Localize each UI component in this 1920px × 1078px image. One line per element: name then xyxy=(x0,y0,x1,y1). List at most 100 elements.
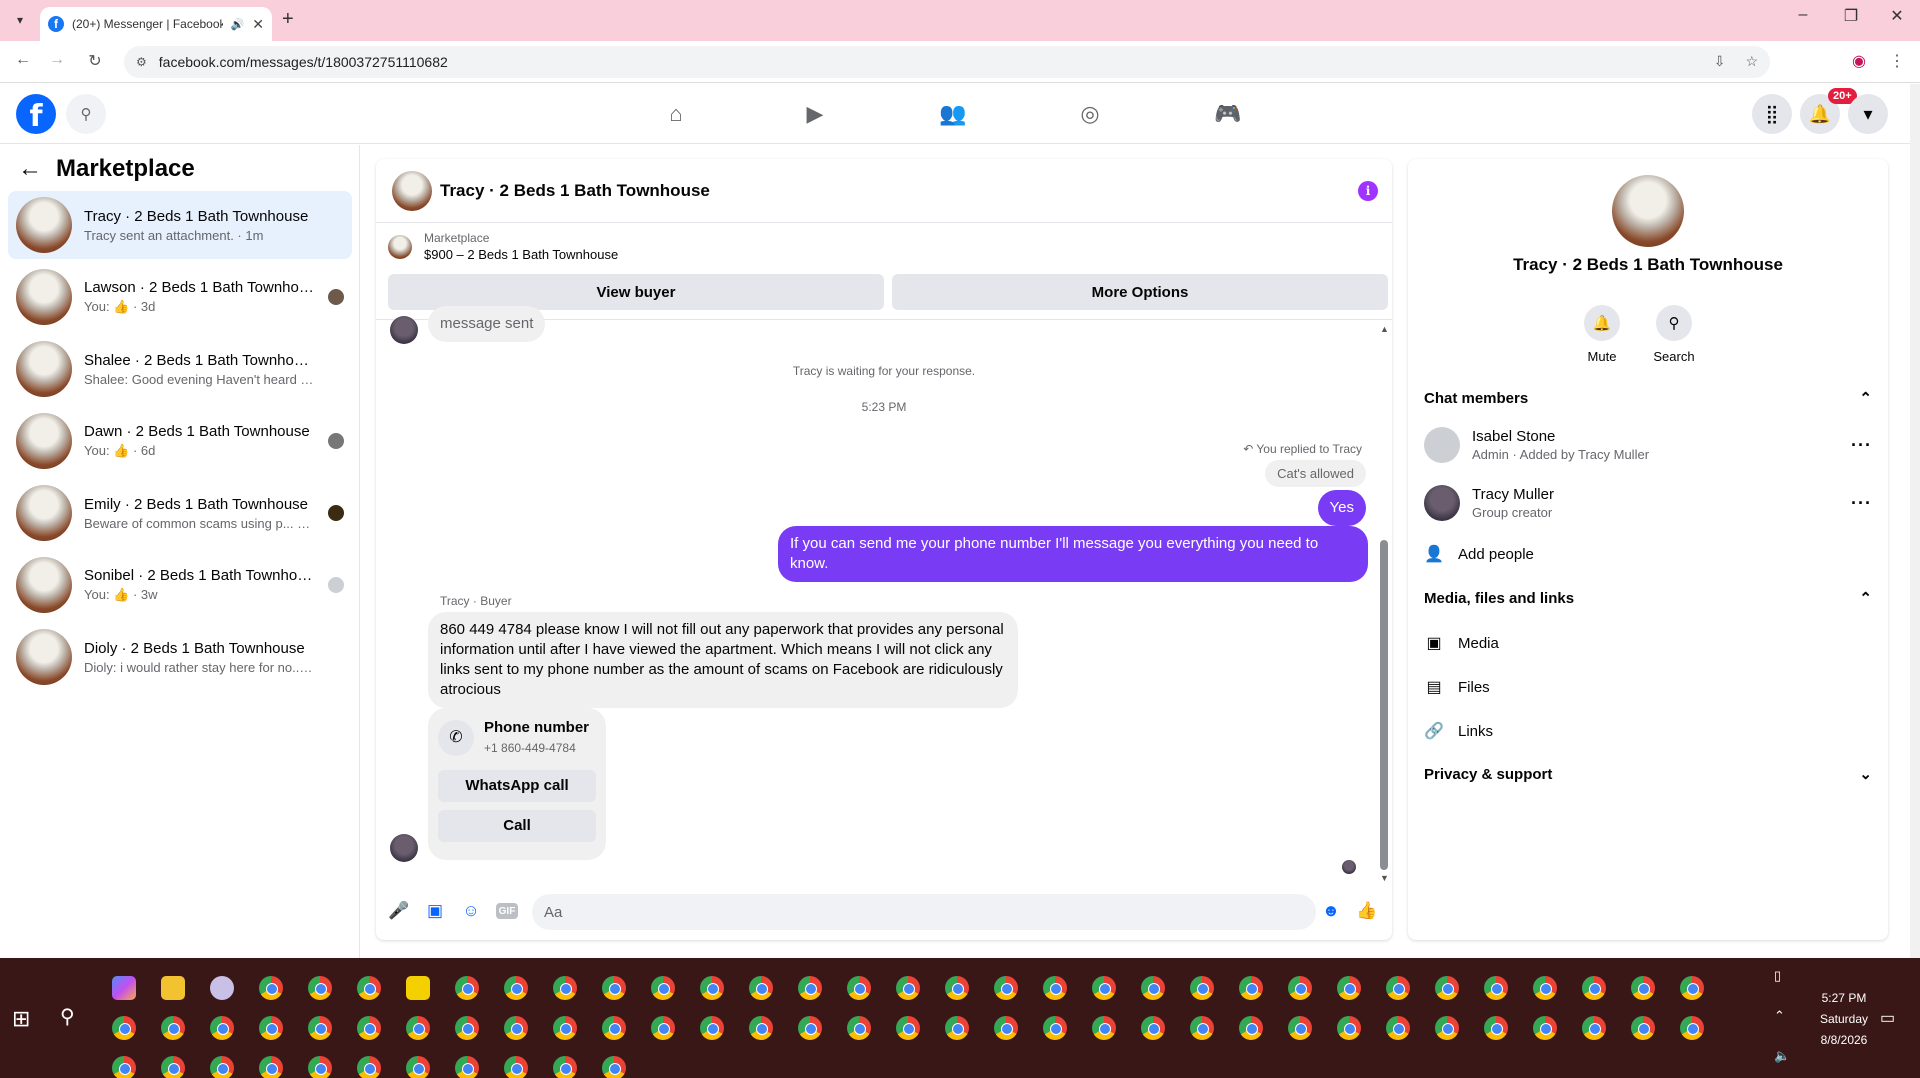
chrome-icon[interactable] xyxy=(1092,1016,1116,1040)
facebook-logo-icon[interactable]: f xyxy=(16,94,56,134)
browser-tab[interactable]: f (20+) Messenger | Facebook 🔊 ✕ xyxy=(40,7,272,41)
bookmark-star-icon[interactable]: ☆ xyxy=(1745,53,1758,70)
phone-card-number[interactable]: +1 860-449-4784 xyxy=(484,738,589,758)
chrome-icon[interactable] xyxy=(161,1016,185,1040)
message-input[interactable] xyxy=(532,894,1316,930)
chrome-icon[interactable] xyxy=(553,1016,577,1040)
search-action[interactable]: ⚲ Search xyxy=(1644,305,1704,364)
chrome-icon[interactable] xyxy=(406,1056,430,1078)
taskbar-clock[interactable]: 5:27 PM Saturday 8/8/2026 xyxy=(1820,988,1868,1051)
chrome-icon[interactable] xyxy=(749,1016,773,1040)
chrome-icon[interactable] xyxy=(112,1056,136,1078)
chrome-icon[interactable] xyxy=(1239,1016,1263,1040)
sticker-icon[interactable]: ☺ xyxy=(460,900,482,922)
windows-start-icon[interactable]: ⊞ xyxy=(12,1006,30,1032)
chrome-icon[interactable] xyxy=(504,1016,528,1040)
profile-icon[interactable]: ◉ xyxy=(1852,51,1866,71)
friends-icon[interactable]: 👥 xyxy=(933,94,973,134)
chrome-icon[interactable] xyxy=(455,1056,479,1078)
chrome-icon[interactable] xyxy=(455,976,479,1000)
member-row[interactable]: Isabel Stone Admin · Added by Tracy Mull… xyxy=(1424,427,1872,463)
whatsapp-call-button[interactable]: WhatsApp call xyxy=(438,770,596,802)
back-arrow-icon[interactable]: ← xyxy=(18,155,42,183)
chrome-icon[interactable] xyxy=(1141,976,1165,1000)
chrome-icon[interactable] xyxy=(210,1056,234,1078)
chat-title[interactable]: Tracy · 2 Beds 1 Bath Townhouse xyxy=(440,181,710,201)
scroll-up-icon[interactable]: ▲ xyxy=(1380,324,1389,334)
add-people-row[interactable]: 👤 Add people xyxy=(1424,544,1872,564)
sticky-notes-icon[interactable] xyxy=(406,976,430,1000)
menu-grid-icon[interactable]: ⣿ xyxy=(1752,94,1792,134)
chrome-icon[interactable] xyxy=(161,1056,185,1078)
paint-icon[interactable] xyxy=(210,976,234,1000)
chrome-icon[interactable] xyxy=(1631,1016,1655,1040)
chrome-icon[interactable] xyxy=(1582,1016,1606,1040)
chrome-icon[interactable] xyxy=(357,1056,381,1078)
chrome-icon[interactable] xyxy=(896,1016,920,1040)
tab-search-icon[interactable]: ▾ xyxy=(8,8,32,32)
chrome-icon[interactable] xyxy=(259,1056,283,1078)
chevron-up-icon[interactable]: ⌃ xyxy=(1859,389,1872,407)
chrome-icon[interactable] xyxy=(308,1056,332,1078)
chrome-icon[interactable] xyxy=(798,976,822,1000)
forward-icon[interactable]: → xyxy=(46,51,68,69)
chrome-icon[interactable] xyxy=(700,1016,724,1040)
like-thumb-icon[interactable]: 👍 xyxy=(1356,900,1378,922)
chrome-icon[interactable] xyxy=(1190,1016,1214,1040)
chrome-icon[interactable] xyxy=(1337,1016,1361,1040)
privacy-section-header[interactable]: Privacy & support ⌄ xyxy=(1424,765,1872,784)
more-dots-icon[interactable]: ··· xyxy=(1851,435,1872,456)
window-close-icon[interactable]: ✕ xyxy=(1874,6,1920,26)
chrome-icon[interactable] xyxy=(994,1016,1018,1040)
files-row[interactable]: ▤ Files xyxy=(1424,677,1872,697)
conversation-item[interactable]: Dawn · 2 Beds 1 Bath Townhouse You: 👍 · … xyxy=(8,407,352,475)
video-icon[interactable]: ▶ xyxy=(795,94,835,134)
restore-icon[interactable]: ❐ xyxy=(1828,6,1874,26)
chrome-icon[interactable] xyxy=(602,1016,626,1040)
conversation-item[interactable]: Emily · 2 Beds 1 Bath Townhouse Beware o… xyxy=(8,479,352,547)
chrome-icon[interactable] xyxy=(1141,1016,1165,1040)
new-tab-icon[interactable]: + xyxy=(282,8,294,31)
chrome-icon[interactable] xyxy=(1484,976,1508,1000)
chevron-up-icon[interactable]: ⌃ xyxy=(1859,589,1872,607)
more-dots-icon[interactable]: ··· xyxy=(1851,493,1872,514)
reload-icon[interactable]: ↻ xyxy=(84,51,106,71)
chrome-icon[interactable] xyxy=(847,976,871,1000)
close-tab-icon[interactable]: ✕ xyxy=(252,16,264,33)
search-icon[interactable]: ⚲ xyxy=(1656,305,1692,341)
chrome-icon[interactable] xyxy=(308,1016,332,1040)
conversation-item[interactable]: Lawson · 2 Beds 1 Bath Townhou... You: 👍… xyxy=(8,263,352,331)
photo-icon[interactable]: ▣ xyxy=(424,900,446,922)
outgoing-message[interactable]: If you can send me your phone number I'l… xyxy=(778,526,1368,582)
member-row[interactable]: Tracy Muller Group creator ··· xyxy=(1424,485,1872,521)
call-button[interactable]: Call xyxy=(438,810,596,842)
more-options-button[interactable]: More Options xyxy=(892,274,1388,310)
battery-icon[interactable]: ▯ xyxy=(1774,968,1781,984)
site-info-icon[interactable]: ⚙ xyxy=(136,55,147,69)
media-row[interactable]: ▣ Media xyxy=(1424,633,1872,653)
chrome-menu-icon[interactable]: ⋮ xyxy=(1886,51,1908,71)
address-bar[interactable]: ⚙ facebook.com/messages/t/18003727511106… xyxy=(124,46,1770,78)
emoji-icon[interactable]: ☻ xyxy=(1320,900,1342,922)
chrome-icon[interactable] xyxy=(1288,1016,1312,1040)
chrome-icon[interactable] xyxy=(798,1016,822,1040)
chrome-icon[interactable] xyxy=(1435,976,1459,1000)
links-row[interactable]: 🔗 Links xyxy=(1424,721,1872,741)
chrome-icon[interactable] xyxy=(504,1056,528,1078)
chrome-icon[interactable] xyxy=(357,976,381,1000)
chrome-icon[interactable] xyxy=(259,1016,283,1040)
chrome-icon[interactable] xyxy=(602,1056,626,1078)
chrome-icon[interactable] xyxy=(1680,976,1704,1000)
conversation-item[interactable]: Dioly · 2 Beds 1 Bath Townhouse Dioly: i… xyxy=(8,623,352,691)
chrome-icon[interactable] xyxy=(994,976,1018,1000)
minimize-icon[interactable]: – xyxy=(1780,6,1826,24)
chrome-icon[interactable] xyxy=(1582,976,1606,1000)
chrome-icon[interactable] xyxy=(1631,976,1655,1000)
chrome-icon[interactable] xyxy=(357,1016,381,1040)
chrome-icon[interactable] xyxy=(651,1016,675,1040)
chrome-icon[interactable] xyxy=(1288,976,1312,1000)
chrome-icon[interactable] xyxy=(1680,1016,1704,1040)
incoming-message[interactable]: 860 449 4784 please know I will not fill… xyxy=(428,612,1018,708)
chrome-icon[interactable] xyxy=(1337,976,1361,1000)
chrome-icon[interactable] xyxy=(1386,976,1410,1000)
